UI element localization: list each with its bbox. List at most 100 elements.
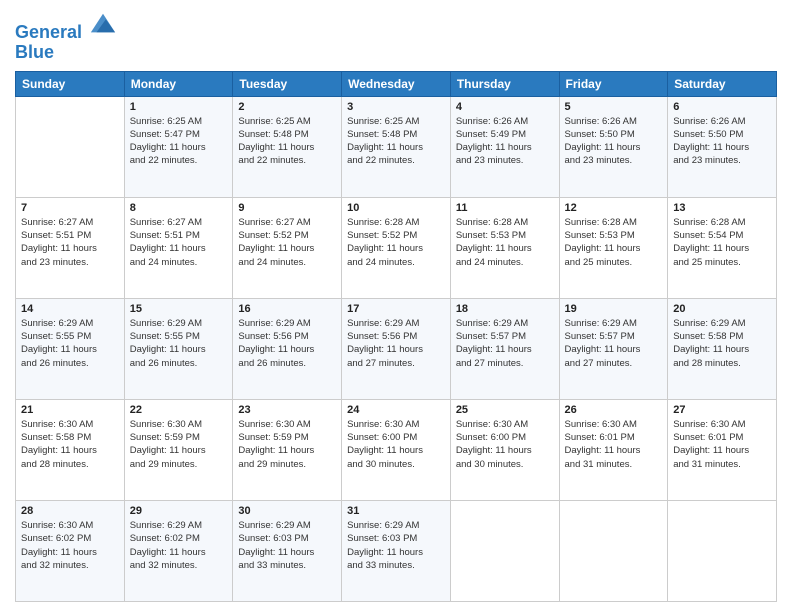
day-info: Sunrise: 6:30 AM Sunset: 6:00 PM Dayligh… <box>347 418 445 471</box>
day-info: Sunrise: 6:27 AM Sunset: 5:51 PM Dayligh… <box>21 216 119 269</box>
weekday-header-tuesday: Tuesday <box>233 71 342 96</box>
calendar-cell: 23Sunrise: 6:30 AM Sunset: 5:59 PM Dayli… <box>233 399 342 500</box>
day-info: Sunrise: 6:26 AM Sunset: 5:49 PM Dayligh… <box>456 115 554 168</box>
day-number: 29 <box>130 505 228 517</box>
day-info: Sunrise: 6:29 AM Sunset: 5:57 PM Dayligh… <box>565 317 663 370</box>
calendar-cell: 5 Sunrise: 6:26 AM Sunset: 5:50 PM Daylig… <box>559 96 668 197</box>
week-row-3: 14 Sunrise: 6:29 AM Sunset: 5:55 PM Dayli… <box>16 298 777 399</box>
logo-blue: Blue <box>15 43 117 63</box>
week-row-2: 7Sunrise: 6:27 AM Sunset: 5:51 PM Daylig… <box>16 197 777 298</box>
calendar-cell: 30 Sunrise: 6:29 AM Sunset: 6:03 PM Dayli… <box>233 500 342 601</box>
calendar-cell: 21 Sunrise: 6:30 AM Sunset: 5:58 PM Dayli… <box>16 399 125 500</box>
weekday-header-wednesday: Wednesday <box>342 71 451 96</box>
calendar-cell: 13 Sunrise: 6:28 AM Sunset: 5:54 PM Dayli… <box>668 197 777 298</box>
day-number: 27 <box>673 404 771 416</box>
calendar-cell: 12 Sunrise: 6:28 AM Sunset: 5:53 PM Dayli… <box>559 197 668 298</box>
day-number: 1 <box>130 101 228 113</box>
calendar-cell: 28 Sunrise: 6:30 AM Sunset: 6:02 PM Dayli… <box>16 500 125 601</box>
day-info: Sunrise: 6:28 AM Sunset: 5:52 PM Dayligh… <box>347 216 445 269</box>
day-info: Sunrise: 6:28 AM Sunset: 5:54 PM Dayligh… <box>673 216 771 269</box>
calendar-cell <box>450 500 559 601</box>
calendar-cell: 10 Sunrise: 6:28 AM Sunset: 5:52 PM Dayli… <box>342 197 451 298</box>
day-number: 24 <box>347 404 445 416</box>
day-number: 11 <box>456 202 554 214</box>
day-info: Sunrise: 6:25 AM Sunset: 5:48 PM Dayligh… <box>347 115 445 168</box>
calendar-cell: 27Sunrise: 6:30 AM Sunset: 6:01 PM Dayli… <box>668 399 777 500</box>
day-info: Sunrise: 6:30 AM Sunset: 5:59 PM Dayligh… <box>130 418 228 471</box>
calendar-cell: 2 Sunrise: 6:25 AM Sunset: 5:48 PM Daylig… <box>233 96 342 197</box>
week-row-4: 21 Sunrise: 6:30 AM Sunset: 5:58 PM Dayli… <box>16 399 777 500</box>
weekday-header-thursday: Thursday <box>450 71 559 96</box>
calendar-cell: 4 Sunrise: 6:26 AM Sunset: 5:49 PM Daylig… <box>450 96 559 197</box>
calendar-cell: 11 Sunrise: 6:28 AM Sunset: 5:53 PM Dayli… <box>450 197 559 298</box>
calendar-cell: 16Sunrise: 6:29 AM Sunset: 5:56 PM Dayli… <box>233 298 342 399</box>
day-info: Sunrise: 6:26 AM Sunset: 5:50 PM Dayligh… <box>565 115 663 168</box>
day-info: Sunrise: 6:25 AM Sunset: 5:48 PM Dayligh… <box>238 115 336 168</box>
day-number: 9 <box>238 202 336 214</box>
day-info: Sunrise: 6:28 AM Sunset: 5:53 PM Dayligh… <box>565 216 663 269</box>
day-number: 12 <box>565 202 663 214</box>
day-number: 28 <box>21 505 119 517</box>
calendar-cell: 15Sunrise: 6:29 AM Sunset: 5:55 PM Dayli… <box>124 298 233 399</box>
day-info: Sunrise: 6:29 AM Sunset: 5:57 PM Dayligh… <box>456 317 554 370</box>
page: General Blue SundayMondayTuesdayWednesda… <box>0 0 792 612</box>
calendar-cell <box>559 500 668 601</box>
day-info: Sunrise: 6:28 AM Sunset: 5:53 PM Dayligh… <box>456 216 554 269</box>
day-number: 14 <box>21 303 119 315</box>
weekday-header-sunday: Sunday <box>16 71 125 96</box>
calendar-cell: 25 Sunrise: 6:30 AM Sunset: 6:00 PM Dayli… <box>450 399 559 500</box>
weekday-header-row: SundayMondayTuesdayWednesdayThursdayFrid… <box>16 71 777 96</box>
day-info: Sunrise: 6:27 AM Sunset: 5:51 PM Dayligh… <box>130 216 228 269</box>
day-info: Sunrise: 6:26 AM Sunset: 5:50 PM Dayligh… <box>673 115 771 168</box>
day-info: Sunrise: 6:29 AM Sunset: 5:55 PM Dayligh… <box>21 317 119 370</box>
day-info: Sunrise: 6:30 AM Sunset: 6:00 PM Dayligh… <box>456 418 554 471</box>
day-info: Sunrise: 6:30 AM Sunset: 5:59 PM Dayligh… <box>238 418 336 471</box>
day-number: 26 <box>565 404 663 416</box>
day-number: 2 <box>238 101 336 113</box>
calendar-cell: 8 Sunrise: 6:27 AM Sunset: 5:51 PM Daylig… <box>124 197 233 298</box>
day-info: Sunrise: 6:29 AM Sunset: 6:02 PM Dayligh… <box>130 519 228 572</box>
calendar-cell: 26 Sunrise: 6:30 AM Sunset: 6:01 PM Dayli… <box>559 399 668 500</box>
day-info: Sunrise: 6:30 AM Sunset: 5:58 PM Dayligh… <box>21 418 119 471</box>
calendar-cell: 31 Sunrise: 6:29 AM Sunset: 6:03 PM Dayli… <box>342 500 451 601</box>
calendar-table: SundayMondayTuesdayWednesdayThursdayFrid… <box>15 71 777 602</box>
calendar-cell: 24 Sunrise: 6:30 AM Sunset: 6:00 PM Dayli… <box>342 399 451 500</box>
calendar-cell: 3 Sunrise: 6:25 AM Sunset: 5:48 PM Daylig… <box>342 96 451 197</box>
day-number: 17 <box>347 303 445 315</box>
calendar-cell: 29 Sunrise: 6:29 AM Sunset: 6:02 PM Dayli… <box>124 500 233 601</box>
day-number: 13 <box>673 202 771 214</box>
logo-general: General <box>15 22 82 42</box>
day-number: 4 <box>456 101 554 113</box>
day-number: 25 <box>456 404 554 416</box>
day-number: 3 <box>347 101 445 113</box>
calendar-cell: 22 Sunrise: 6:30 AM Sunset: 5:59 PM Dayli… <box>124 399 233 500</box>
day-info: Sunrise: 6:30 AM Sunset: 6:02 PM Dayligh… <box>21 519 119 572</box>
week-row-5: 28 Sunrise: 6:30 AM Sunset: 6:02 PM Dayli… <box>16 500 777 601</box>
calendar-cell <box>16 96 125 197</box>
day-number: 8 <box>130 202 228 214</box>
calendar-cell: 20 Sunrise: 6:29 AM Sunset: 5:58 PM Dayli… <box>668 298 777 399</box>
day-number: 20 <box>673 303 771 315</box>
day-number: 5 <box>565 101 663 113</box>
logo-text: General <box>15 10 117 43</box>
day-number: 21 <box>21 404 119 416</box>
calendar-cell: 19Sunrise: 6:29 AM Sunset: 5:57 PM Dayli… <box>559 298 668 399</box>
day-number: 31 <box>347 505 445 517</box>
day-info: Sunrise: 6:25 AM Sunset: 5:47 PM Dayligh… <box>130 115 228 168</box>
day-info: Sunrise: 6:30 AM Sunset: 6:01 PM Dayligh… <box>565 418 663 471</box>
day-info: Sunrise: 6:27 AM Sunset: 5:52 PM Dayligh… <box>238 216 336 269</box>
day-number: 22 <box>130 404 228 416</box>
day-info: Sunrise: 6:29 AM Sunset: 6:03 PM Dayligh… <box>347 519 445 572</box>
calendar-cell: 7Sunrise: 6:27 AM Sunset: 5:51 PM Daylig… <box>16 197 125 298</box>
weekday-header-friday: Friday <box>559 71 668 96</box>
day-number: 15 <box>130 303 228 315</box>
day-info: Sunrise: 6:29 AM Sunset: 6:03 PM Dayligh… <box>238 519 336 572</box>
day-info: Sunrise: 6:29 AM Sunset: 5:56 PM Dayligh… <box>347 317 445 370</box>
logo-icon <box>89 10 117 38</box>
day-number: 18 <box>456 303 554 315</box>
day-number: 30 <box>238 505 336 517</box>
day-number: 6 <box>673 101 771 113</box>
calendar-cell <box>668 500 777 601</box>
day-number: 10 <box>347 202 445 214</box>
day-info: Sunrise: 6:29 AM Sunset: 5:58 PM Dayligh… <box>673 317 771 370</box>
